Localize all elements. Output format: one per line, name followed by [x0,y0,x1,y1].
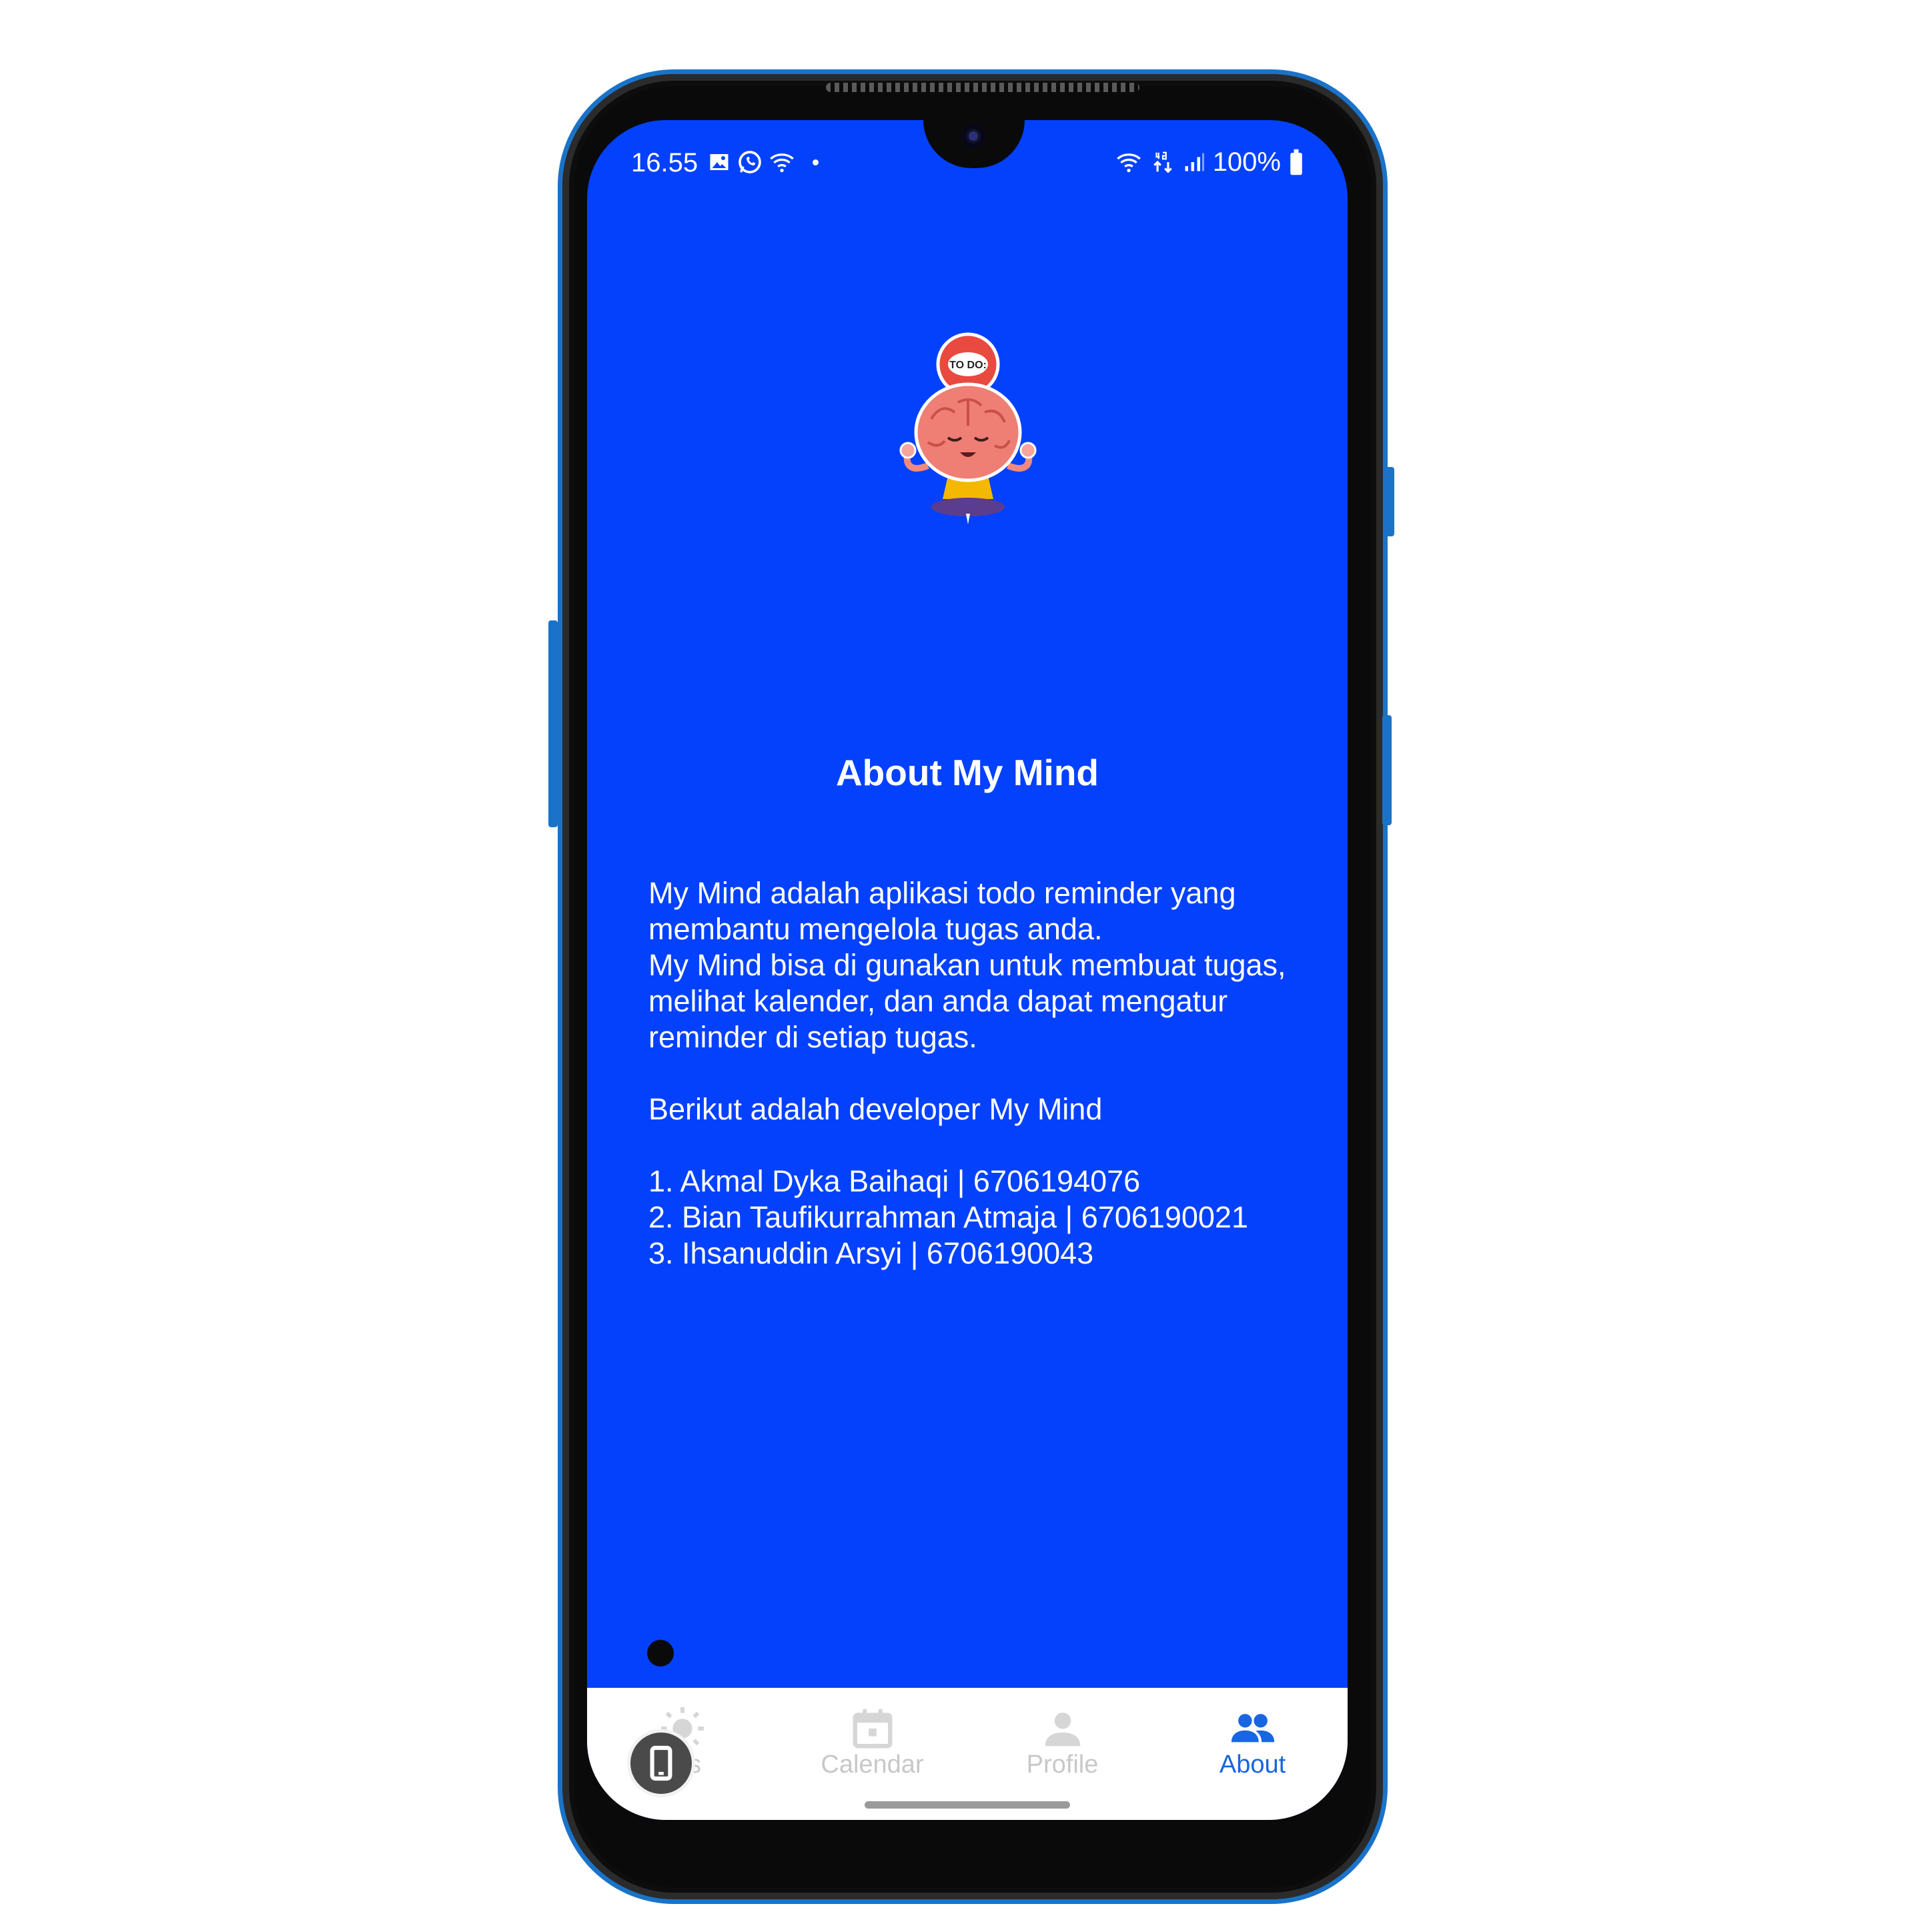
person-icon [1045,1713,1080,1747]
description-paragraph-2: My Mind bisa di gunakan untuk membuat tu… [648,948,1286,1054]
description-paragraph-1: My Mind adalah aplikasi todo reminder ya… [648,876,1236,946]
wifi-icon [1116,153,1141,173]
developer-item: 2. Bian Taufikurrahman Atmaja | 67061900… [648,1200,1248,1234]
status-bar: 16.55 100% [587,139,1348,185]
page-title: About My Mind [835,752,1099,793]
power-button [1385,467,1394,536]
signal-icon [1185,153,1204,171]
image-icon [710,154,729,170]
wifi-question-icon [770,153,794,173]
todo-badge-text: TO DO: [949,360,987,371]
screen-overlay-button[interactable] [627,1729,695,1797]
nav-tab-calendar-label: Calendar [821,1751,924,1779]
status-time: 16.55 [631,148,698,177]
calendar-icon [853,1709,892,1749]
battery-percentage: 100% [1212,147,1281,177]
floating-dot [647,1640,674,1666]
whatsapp-icon [739,151,761,173]
phone-screen: 16.55 100% TO DO: About My Mind My Mind … [587,120,1348,1820]
developer-item: 3. Ihsanuddin Arsyi | 6706190043 [648,1236,1094,1270]
phone-icon [650,1745,672,1781]
nav-tab-calendar[interactable]: Calendar [777,1688,967,1788]
nav-tab-profile-label: Profile [1026,1751,1099,1779]
side-button [1382,715,1392,825]
people-icon [1231,1714,1274,1743]
nav-tab-about[interactable]: About [1157,1688,1348,1788]
nav-tab-about-label: About [1219,1751,1286,1779]
about-description: My Mind adalah aplikasi todo reminder ya… [648,875,1316,1272]
mobile-data-icon [1153,151,1172,173]
developers-intro: Berikut adalah developer My Mind [648,1092,1103,1126]
speaker-grille [826,83,1139,92]
status-notifications [707,147,819,177]
bottom-navigation: sks Calendar Profile About [587,1688,1348,1820]
developer-item: 1. Akmal Dyka Baihaqi | 6706194076 [648,1164,1141,1198]
more-notifications-dot [813,159,819,165]
status-system-icons: 100% [1114,147,1305,177]
battery-icon [1290,149,1302,175]
home-indicator[interactable] [865,1801,1070,1809]
volume-button [548,620,558,827]
nav-tab-profile[interactable]: Profile [967,1688,1157,1788]
brain-mascot-logo: TO DO: [899,332,1037,524]
